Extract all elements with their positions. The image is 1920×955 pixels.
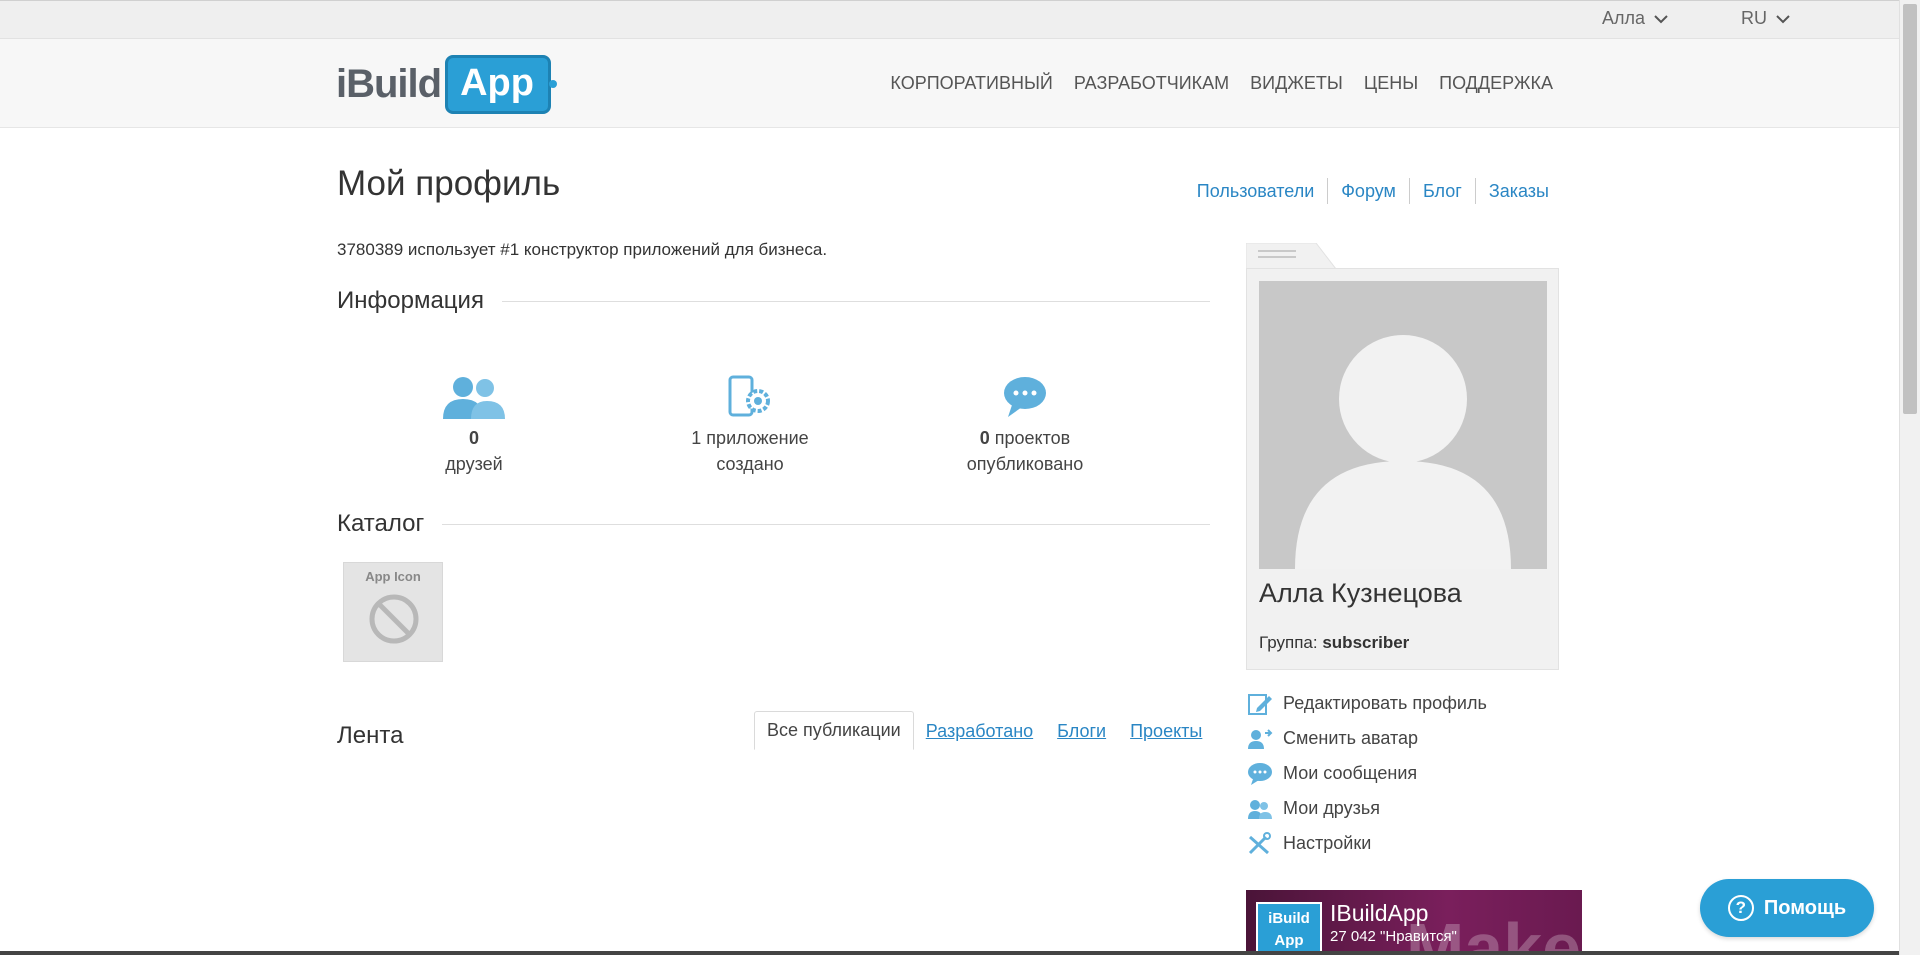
facebook-page-widget[interactable]: Make iBuild App IBuildApp 27 042 "Нравит… [1246,890,1582,955]
info-section-header: Информация [337,287,1210,315]
my-friends-label: Мои друзья [1283,798,1380,818]
ibuildapp-logo[interactable]: iBuild App [336,53,557,115]
tab-blogs[interactable]: Блоги [1045,713,1118,750]
chevron-down-icon [1654,14,1668,23]
tab-projects[interactable]: Проекты [1118,713,1214,750]
profile-group: Группа: subscriber [1259,633,1409,653]
community-nav: Пользователи Форум Блог Заказы [1184,178,1562,204]
nav-prices[interactable]: ЦЕНЫ [1364,73,1418,94]
subnav-forum[interactable]: Форум [1327,178,1409,204]
settings-label: Настройки [1283,833,1372,853]
edit-icon [1248,693,1272,715]
nav-widgets[interactable]: ВИДЖЕТЫ [1250,73,1343,94]
catalog-app-tile[interactable]: App Icon [343,562,443,662]
nav-support[interactable]: ПОДДЕРЖКА [1439,73,1553,94]
logo-app-badge: App [445,54,557,114]
subnav-blog[interactable]: Блог [1408,178,1475,204]
site-header: iBuild App КОРПОРАТИВНЫЙ РАЗРАБОТЧИКАМ В… [0,39,1899,128]
tab-all-posts[interactable]: Все публикации [754,711,914,750]
tab-developed[interactable]: Разработано [914,713,1045,750]
subnav-users[interactable]: Пользователи [1184,178,1327,204]
friends-icon [1248,799,1272,819]
speech-bubble-icon [1004,377,1046,417]
help-button[interactable]: ? Помощь [1700,879,1874,937]
apps-count-text: 1 приложение [691,428,809,448]
widget-page-thumbnail: iBuild App [1256,902,1322,955]
widget-page-title: IBuildApp [1330,900,1429,926]
friends-stat[interactable]: 0 друзей [424,375,524,477]
friends-label: друзей [445,454,503,474]
edit-profile-label: Редактировать профиль [1283,693,1487,713]
app-icon-label: App Icon [365,569,421,584]
page-scrollbar[interactable] [1899,0,1920,955]
chevron-down-icon [1776,14,1790,23]
projects-published-label: опубликовано [966,454,1084,474]
my-messages-label: Мои сообщения [1283,763,1418,783]
language-dropdown[interactable]: RU [1741,8,1791,29]
main-nav: КОРПОРАТИВНЫЙ РАЗРАБОТЧИКАМ ВИДЖЕТЫ ЦЕНЫ… [890,73,1553,94]
my-friends-link[interactable]: Мои друзья [1247,791,1487,826]
edit-profile-link[interactable]: Редактировать профиль [1247,686,1487,721]
window-bottom-edge [0,951,1899,955]
projects-label: проектов [994,428,1071,448]
logo-text: iBuild [336,61,442,106]
widget-thumb-line1: iBuild [1268,910,1310,927]
widget-thumb-line2: App [1274,932,1304,949]
change-avatar-icon [1248,728,1273,749]
avatar[interactable] [1259,281,1547,569]
user-menu-dropdown[interactable]: Алла [1602,8,1669,29]
language-label: RU [1741,8,1767,28]
help-label: Помощь [1763,896,1847,919]
profile-card: Алла Кузнецова Группа: subscriber [1246,268,1559,670]
change-avatar-label: Сменить аватар [1283,728,1419,748]
profile-name: Алла Кузнецова [1259,578,1462,608]
card-folder-tab [1246,243,1336,269]
settings-link[interactable]: Настройки [1247,826,1487,861]
subnav-orders[interactable]: Заказы [1474,178,1562,204]
friends-icon [443,377,505,419]
group-value: subscriber [1322,633,1410,652]
projects-count: 0 [979,428,990,448]
widget-likes-count: 27 042 "Нравится" [1330,928,1457,945]
projects-stat[interactable]: 0 проектов опубликовано [950,375,1100,477]
tools-icon [1248,831,1271,854]
info-heading: Информация [337,287,484,314]
my-messages-link[interactable]: Мои сообщения [1247,756,1487,791]
catalog-heading: Каталог [337,510,425,537]
no-image-icon [369,594,419,644]
feed-heading: Лента [337,722,404,749]
top-utility-bar: Алла RU [0,0,1899,39]
profile-actions: Редактировать профиль Сменить аватар Мои… [1247,686,1487,861]
friends-count: 0 [468,428,479,448]
nav-corporate[interactable]: КОРПОРАТИВНЫЙ [890,73,1052,94]
feed-tabs: Все публикации Разработано Блоги Проекты [754,711,1214,750]
divider [501,300,1210,302]
messages-icon [1248,762,1272,785]
default-avatar-icon [1295,335,1511,569]
app-settings-icon [728,375,770,417]
catalog-section-header: Каталог [337,510,1210,538]
change-avatar-link[interactable]: Сменить аватар [1247,721,1487,756]
question-icon: ? [1727,895,1754,921]
scrollbar-thumb[interactable] [1903,4,1917,414]
apps-label: создано [716,454,784,474]
nav-developers[interactable]: РАЗРАБОТЧИКАМ [1074,73,1229,94]
apps-stat[interactable]: 1 приложение создано [670,375,830,477]
page-title: Мой профиль [337,164,561,203]
user-menu-label: Алла [1602,8,1646,28]
profile-tagline: 3780389 использует #1 конструктор прилож… [337,240,828,259]
group-label: Группа: [1259,633,1318,652]
divider [442,523,1210,525]
